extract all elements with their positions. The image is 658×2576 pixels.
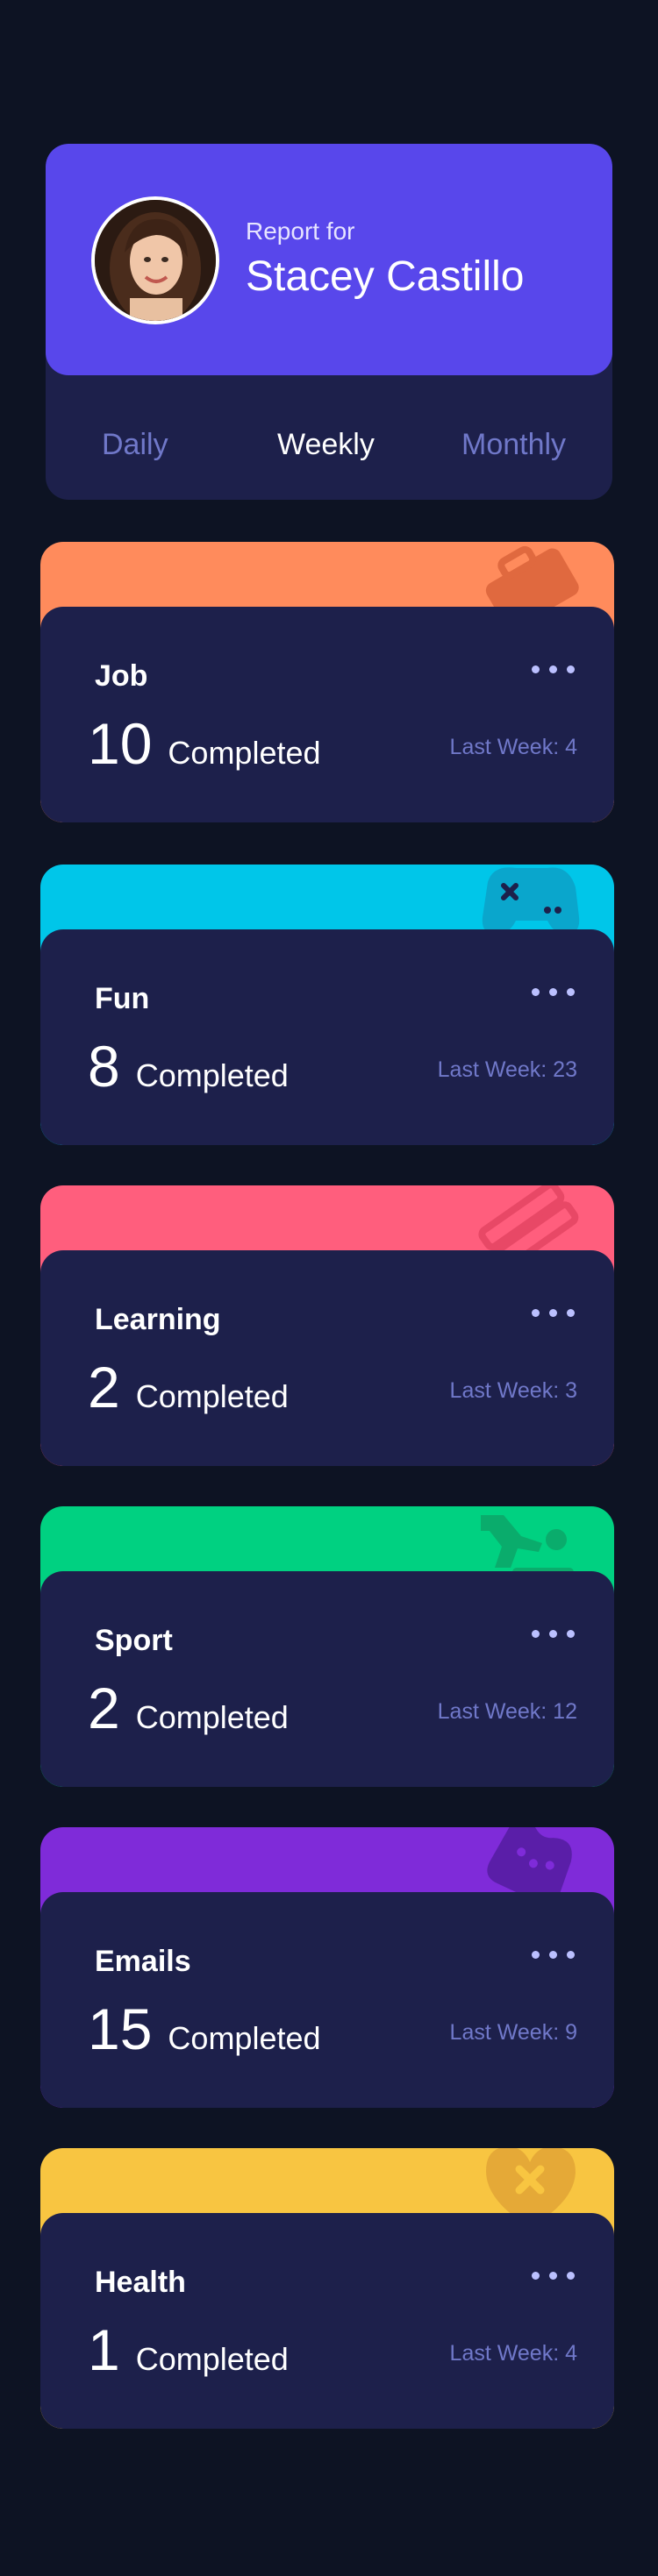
current-unit: Completed — [168, 735, 321, 771]
card-body: Health 1 Completed Last Week: 4 — [40, 2213, 614, 2429]
card-previous: Last Week: 23 — [437, 1057, 577, 1082]
card-body: Fun 8 Completed Last Week: 23 — [40, 929, 614, 1145]
more-icon[interactable] — [532, 2262, 576, 2288]
card-previous: Last Week: 4 — [449, 735, 577, 759]
profile-card: Report for Stacey Castillo Daily Weekly … — [46, 144, 612, 500]
card-body: Emails 15 Completed Last Week: 9 — [40, 1892, 614, 2108]
tab-weekly[interactable]: Weekly — [277, 428, 375, 462]
more-icon[interactable] — [532, 1941, 576, 1968]
current-unit: Completed — [135, 2341, 289, 2377]
timeframe-tabs: Daily Weekly Monthly — [46, 375, 612, 500]
card-current: 1 Completed — [88, 2316, 289, 2383]
current-unit: Completed — [135, 1057, 289, 1093]
tab-monthly[interactable]: Monthly — [461, 428, 566, 462]
current-value: 1 — [88, 2317, 120, 2382]
card-body: Sport 2 Completed Last Week: 12 — [40, 1571, 614, 1787]
tab-daily[interactable]: Daily — [102, 428, 168, 462]
user-name: Stacey Castillo — [246, 253, 525, 300]
card-previous: Last Week: 3 — [449, 1378, 577, 1403]
card-title: Job — [95, 659, 148, 693]
card-title: Sport — [95, 1624, 173, 1657]
more-icon[interactable] — [532, 1620, 576, 1647]
activity-card-health[interactable]: Health 1 Completed Last Week: 4 — [40, 2148, 614, 2429]
card-body: Learning 2 Completed Last Week: 3 — [40, 1250, 614, 1466]
current-unit: Completed — [135, 1699, 289, 1735]
current-value: 2 — [88, 1676, 120, 1740]
card-title: Learning — [95, 1303, 221, 1336]
report-for-label: Report for — [246, 217, 355, 245]
activity-card-sport[interactable]: Sport 2 Completed Last Week: 12 — [40, 1506, 614, 1787]
card-current: 8 Completed — [88, 1033, 289, 1099]
activity-card-emails[interactable]: Emails 15 Completed Last Week: 9 — [40, 1827, 614, 2108]
card-current: 2 Completed — [88, 1675, 289, 1741]
card-current: 15 Completed — [88, 1996, 321, 2062]
current-value: 8 — [88, 1034, 120, 1099]
card-previous: Last Week: 9 — [449, 2020, 577, 2045]
card-title: Fun — [95, 982, 150, 1015]
card-previous: Last Week: 12 — [437, 1699, 577, 1724]
profile-header: Report for Stacey Castillo — [46, 144, 612, 375]
activity-card-job[interactable]: Job 10 Completed Last Week: 4 — [40, 542, 614, 822]
current-value: 10 — [88, 711, 153, 776]
more-icon[interactable] — [532, 978, 576, 1005]
card-current: 10 Completed — [88, 710, 321, 777]
current-value: 15 — [88, 1996, 153, 2061]
more-icon[interactable] — [532, 656, 576, 682]
activity-card-fun[interactable]: Fun 8 Completed Last Week: 23 — [40, 865, 614, 1145]
card-body: Job 10 Completed Last Week: 4 — [40, 607, 614, 822]
card-title: Emails — [95, 1945, 191, 1978]
card-previous: Last Week: 4 — [449, 2341, 577, 2366]
card-title: Health — [95, 2266, 186, 2299]
current-unit: Completed — [168, 2020, 321, 2056]
activity-card-learning[interactable]: Learning 2 Completed Last Week: 3 — [40, 1185, 614, 1466]
current-unit: Completed — [135, 1378, 289, 1414]
card-current: 2 Completed — [88, 1354, 289, 1420]
avatar — [91, 196, 219, 324]
more-icon[interactable] — [532, 1299, 576, 1326]
current-value: 2 — [88, 1355, 120, 1420]
